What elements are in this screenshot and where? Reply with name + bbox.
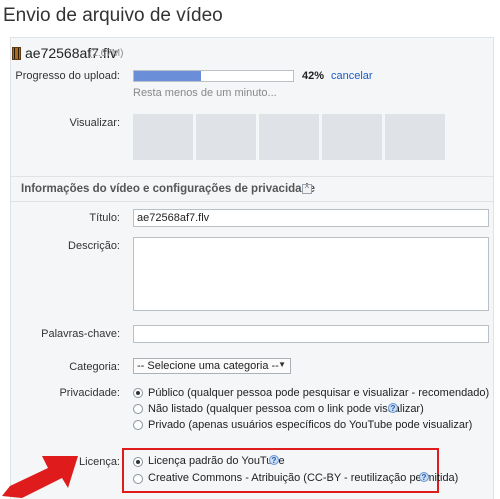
thumbnail-1[interactable] (133, 114, 193, 160)
file-size: (2.67M) (89, 48, 124, 59)
privacy-unlisted-radio[interactable] (133, 404, 143, 414)
section-header-divider (11, 201, 493, 202)
upload-progress-fill (134, 71, 201, 81)
red-arrow-icon (2, 456, 78, 498)
tags-input[interactable] (133, 325, 489, 343)
page-title: Envio de arquivo de vídeo (3, 5, 223, 26)
license-youtube-radio[interactable] (133, 457, 143, 467)
privacy-label: Privacidade: (59, 387, 120, 399)
title-label: Título: (89, 212, 120, 224)
thumbnail-4[interactable] (322, 114, 382, 160)
description-input[interactable] (133, 237, 489, 311)
section-title: Informações do vídeo e configurações de … (21, 183, 315, 195)
help-question-icon[interactable]: ? (269, 455, 279, 465)
category-label: Categoria: (69, 361, 120, 373)
help-question-icon[interactable]: ? (388, 403, 398, 413)
preview-label: Visualizar: (69, 117, 120, 129)
license-cc-label: Creative Commons - Atribuição (CC-BY - r… (148, 472, 459, 484)
category-select-value: -- Selecione uma categoria -- (137, 360, 279, 372)
thumbnail-2[interactable] (196, 114, 256, 160)
thumbnail-3[interactable] (259, 114, 319, 160)
help-question-icon[interactable]: ? (419, 472, 429, 482)
upload-progress-bar (133, 70, 294, 82)
thumbnail-5[interactable] (385, 114, 445, 160)
privacy-public-radio[interactable] (133, 388, 143, 398)
description-label: Descrição: (68, 240, 120, 252)
upload-percent: 42% (302, 70, 325, 82)
chevron-down-icon: ▼ (278, 360, 286, 369)
cancel-upload-link[interactable]: cancelar (331, 70, 373, 82)
privacy-public-label: Público (qualquer pessoa pode pesquisar … (148, 387, 490, 399)
tags-label: Palavras-chave: (41, 328, 120, 340)
privacy-private-radio[interactable] (133, 420, 143, 430)
category-select[interactable]: -- Selecione uma categoria -- ▼ (133, 358, 291, 374)
section-divider (11, 176, 493, 177)
upload-progress-label: Progresso do upload: (15, 70, 120, 82)
privacy-unlisted-label: Não listado (qualquer pessoa com o link … (148, 403, 424, 415)
license-cc-radio[interactable] (133, 474, 143, 484)
privacy-private-label: Privado (apenas usuários específicos do … (148, 419, 473, 431)
collapse-section-icon[interactable]: ^ (302, 184, 312, 194)
title-input[interactable] (133, 209, 489, 227)
license-youtube-label: Licença padrão do YouTube (148, 455, 285, 467)
film-file-icon (12, 47, 21, 60)
upload-remaining-text: Resta menos de um minuto... (133, 87, 277, 99)
